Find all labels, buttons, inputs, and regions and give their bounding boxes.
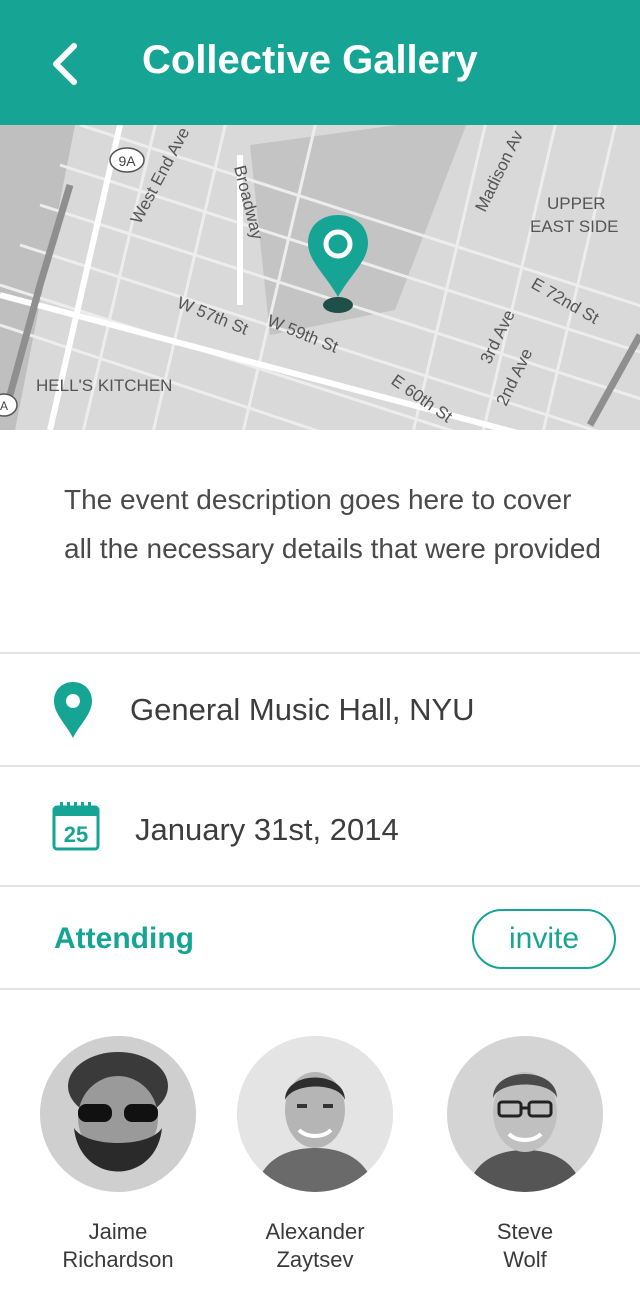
event-description: The event description goes here to cover… — [64, 484, 601, 564]
divider — [0, 765, 640, 767]
map-canvas: West End Ave Broadway Madison Av UPPER E… — [0, 125, 640, 430]
avatar — [447, 1036, 603, 1192]
chevron-left-icon — [53, 43, 77, 85]
attendee-last-name: Zaytsev — [276, 1247, 354, 1272]
divider — [0, 885, 640, 887]
back-button[interactable] — [44, 32, 94, 96]
attendee-first-name: Jaime — [88, 1219, 148, 1244]
location-marker-icon — [52, 680, 94, 745]
divider — [0, 988, 640, 990]
avatar — [40, 1036, 196, 1192]
attendee-last-name: Wolf — [503, 1247, 547, 1272]
attending-heading: Attending — [54, 922, 194, 955]
map-label-hells-kitchen: HELL'S KITCHEN — [36, 376, 172, 395]
event-location[interactable]: General Music Hall, NYU — [130, 692, 475, 728]
attendee-card[interactable]: Alexander Zaytsev — [215, 1036, 415, 1274]
event-map[interactable]: West End Ave Broadway Madison Av UPPER E… — [0, 125, 640, 430]
route-9a-label: 9A — [118, 153, 136, 169]
map-label-ues-2: EAST SIDE — [530, 217, 619, 236]
attendee-first-name: Steve — [496, 1219, 554, 1244]
route-a-label: A — [0, 399, 8, 413]
map-label-ues-1: UPPER — [547, 194, 606, 213]
invite-button[interactable]: invite — [472, 909, 616, 969]
route-9a-shield: 9A — [109, 147, 145, 173]
avatar — [237, 1036, 393, 1192]
attendee-card[interactable]: Jaime Richardson — [18, 1036, 218, 1274]
attendee-card[interactable]: Steve Wolf — [425, 1036, 625, 1274]
attendee-last-name: Richardson — [62, 1247, 174, 1272]
divider — [0, 652, 640, 654]
event-date: January 31st, 2014 — [135, 812, 399, 847]
calendar-icon: 25 — [52, 801, 100, 856]
calendar-day: 25 — [64, 822, 88, 847]
page-title: Collective Gallery — [142, 38, 478, 82]
app-header: Collective Gallery — [0, 0, 640, 125]
attendee-first-name: Alexander — [265, 1219, 365, 1244]
